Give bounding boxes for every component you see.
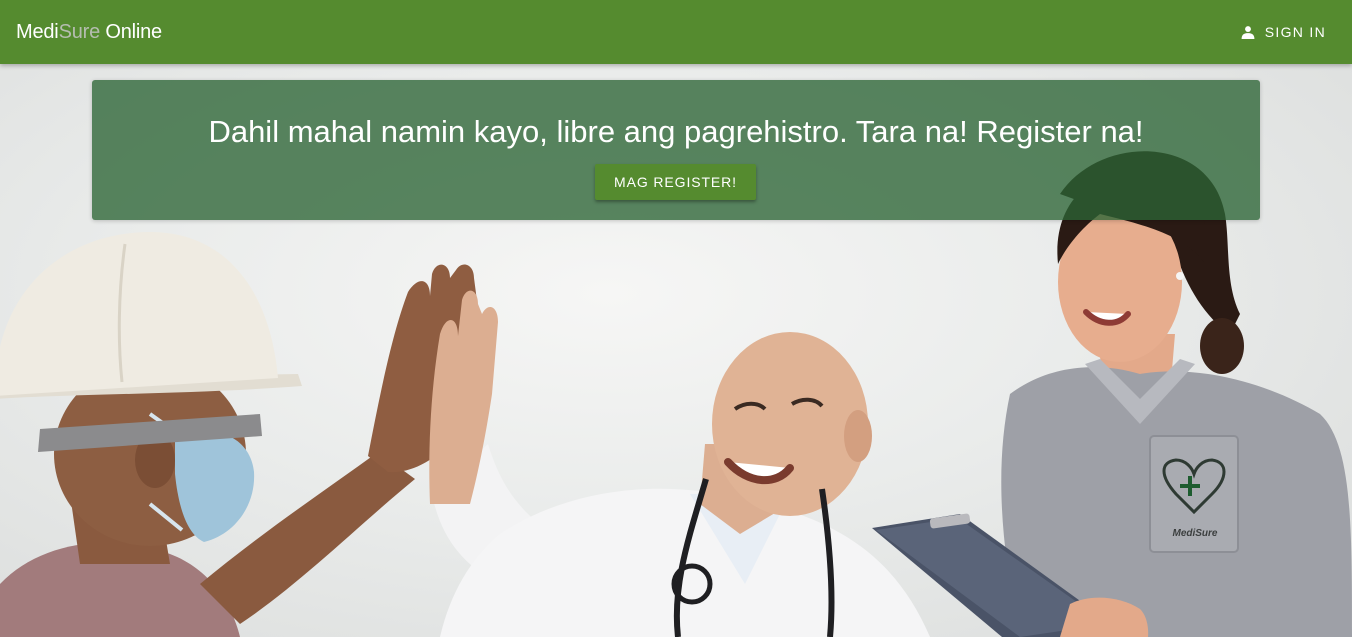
worker-figure xyxy=(0,232,480,637)
registration-banner: Dahil mahal namin kayo, libre ang pagreh… xyxy=(92,80,1260,220)
scrubs-logo-text: MediSure xyxy=(1172,528,1217,539)
sign-in-button[interactable]: SIGN IN xyxy=(1231,16,1336,48)
brand-logo[interactable]: MediSure Online xyxy=(16,20,162,44)
banner-headline: Dahil mahal namin kayo, libre ang pagreh… xyxy=(208,114,1144,149)
brand-medi: Medi xyxy=(16,21,59,43)
brand-sure: Sure xyxy=(58,21,101,43)
doctor-figure xyxy=(429,290,930,637)
brand-online: Online xyxy=(100,21,162,43)
sign-in-label: SIGN IN xyxy=(1264,24,1326,40)
person-icon xyxy=(1241,25,1255,39)
register-button[interactable]: MAG REGISTER! xyxy=(595,164,756,200)
page: MediSure Online SIGN IN MediSure Dahil m… xyxy=(0,0,1352,637)
nurse-figure: MediSure xyxy=(872,151,1352,637)
app-bar: MediSure Online SIGN IN xyxy=(0,0,1352,64)
